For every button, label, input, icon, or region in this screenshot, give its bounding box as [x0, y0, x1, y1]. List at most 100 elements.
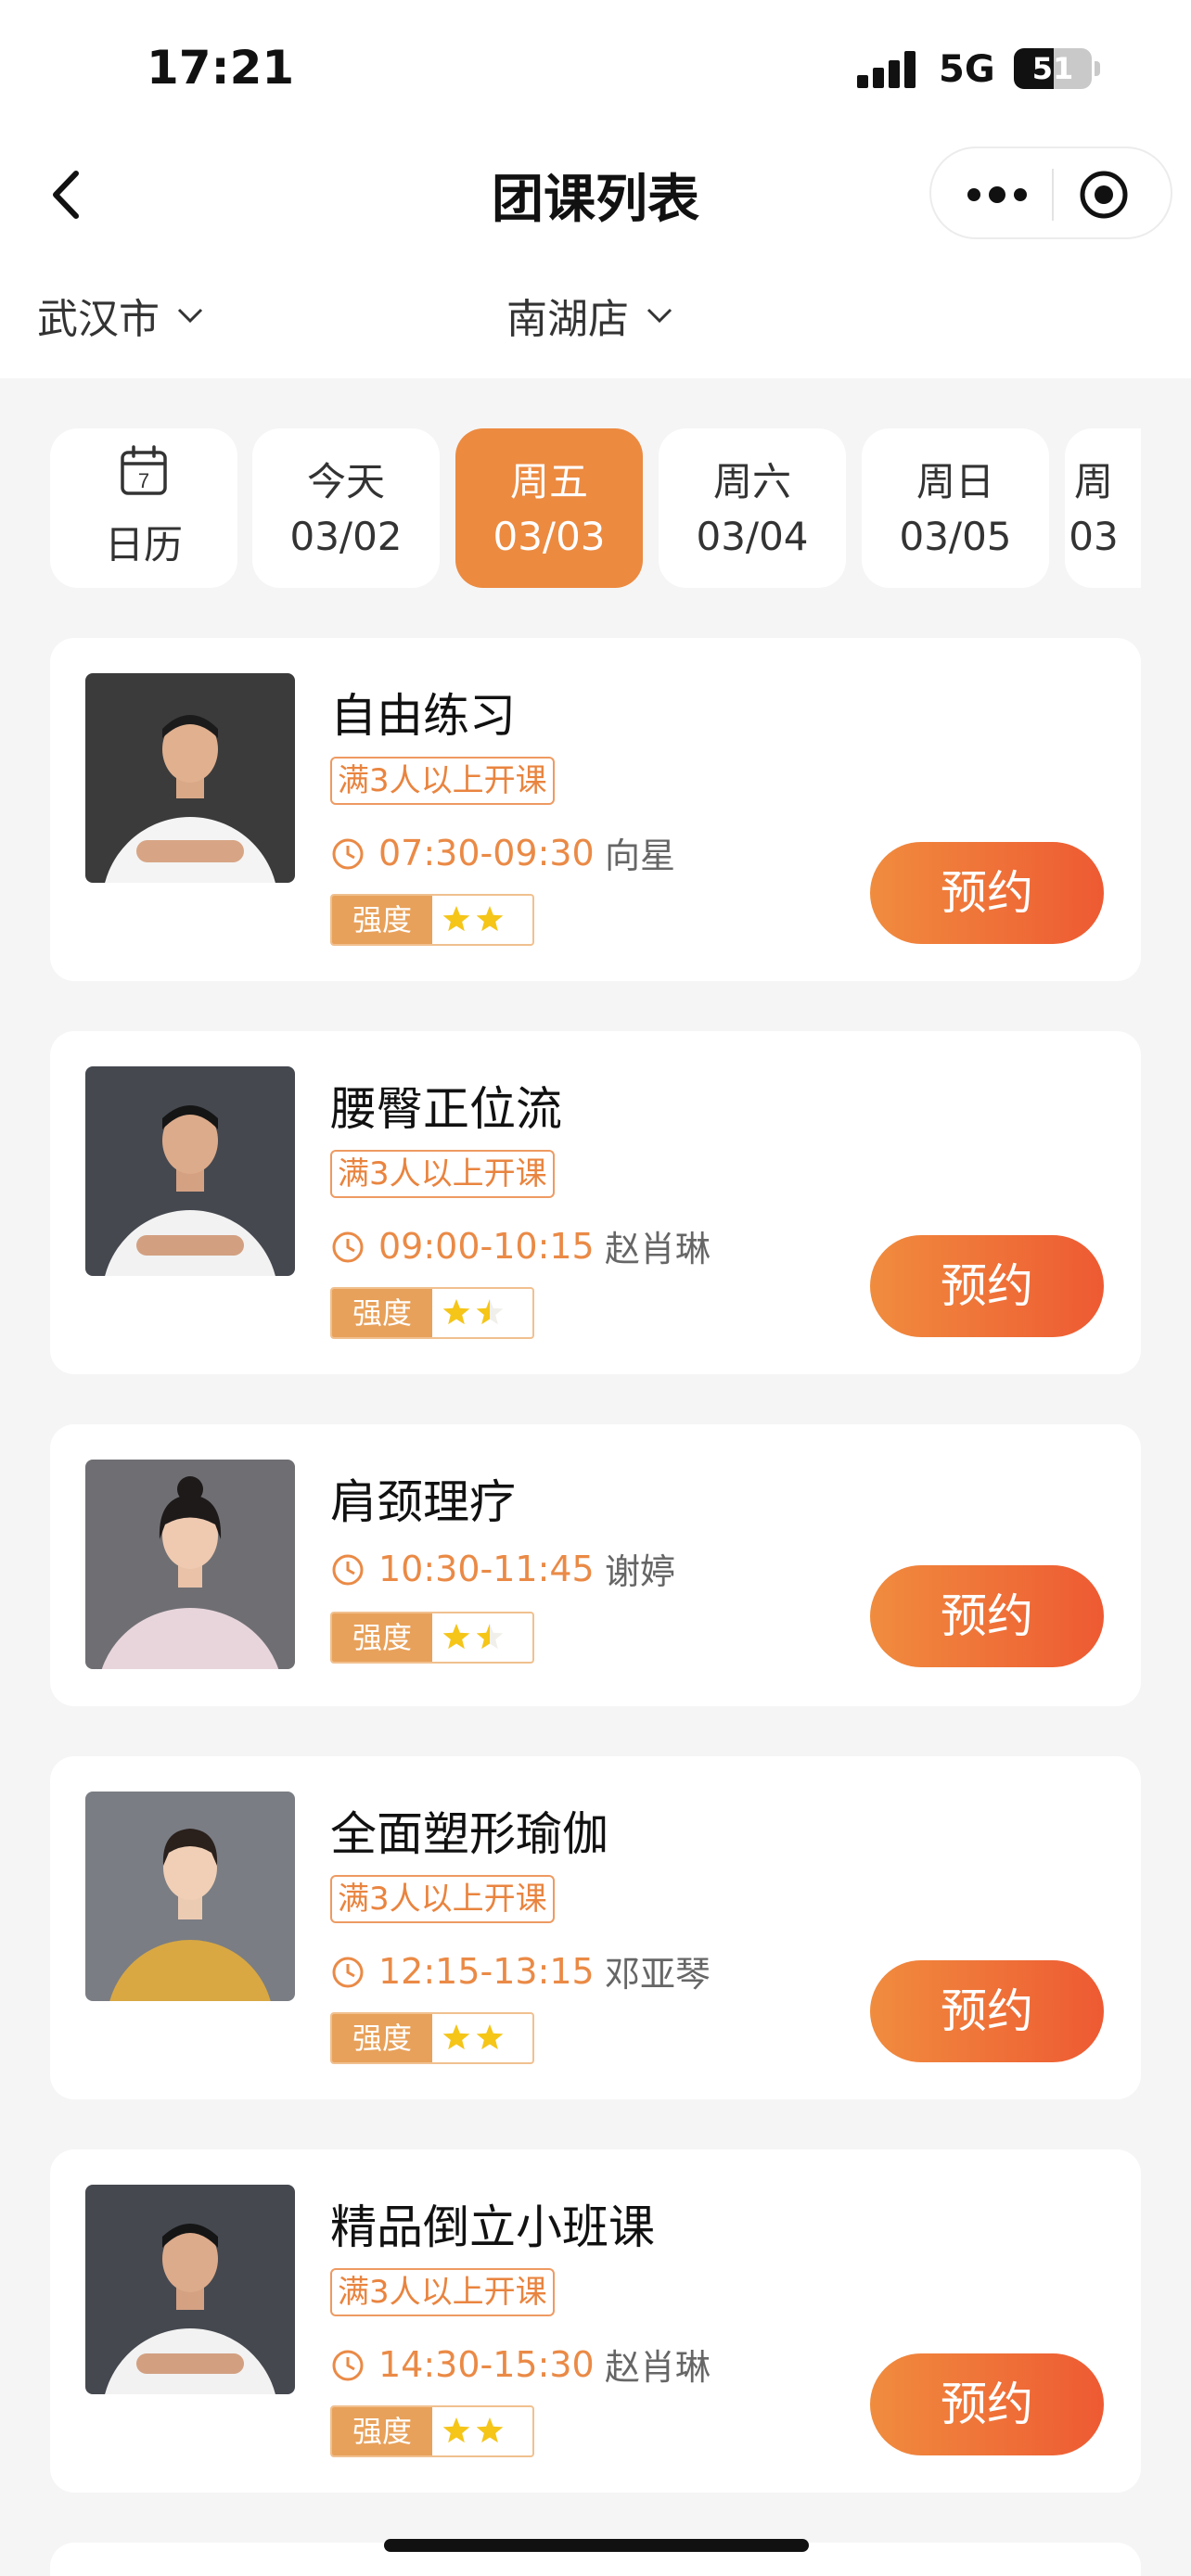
more-icon[interactable]	[965, 174, 1030, 215]
coach-name: 邓亚琴	[605, 1954, 711, 1995]
book-button[interactable]: 预约	[870, 1565, 1104, 1667]
intensity-label: 强度	[332, 1289, 432, 1337]
date-tab-date: 03/02	[289, 514, 403, 559]
min-people-tag: 满3人以上开课	[330, 757, 555, 805]
book-button[interactable]: 预约	[870, 842, 1104, 944]
date-tab-date: 03/03	[493, 514, 606, 559]
coach-name: 赵肖琳	[605, 2347, 711, 2388]
star-icon	[442, 2024, 470, 2050]
intensity-stars	[442, 906, 504, 932]
course-card[interactable]: 全面塑形瑜伽 满3人以上开课 12:15-13:15 邓亚琴 强度 预约	[50, 1756, 1141, 2099]
intensity-badge: 强度	[330, 1612, 534, 1664]
clock-icon	[332, 1554, 364, 1586]
clock-icon	[332, 1957, 364, 1988]
date-selector: 7 日历 今天 03/02 周五 03/03 周六 03/04 周日 03/05…	[50, 428, 1141, 588]
course-name: 自由练习	[330, 689, 516, 743]
star-icon	[442, 2417, 470, 2443]
battery-tip	[1095, 61, 1100, 76]
status-bar: 17:21 5G 51	[0, 0, 1191, 139]
intensity-stars	[442, 2417, 504, 2443]
intensity-badge: 强度	[330, 1287, 534, 1339]
intensity-badge: 强度	[330, 2405, 534, 2457]
coach-name: 赵肖琳	[605, 1229, 711, 1269]
chevron-down-icon	[177, 308, 203, 324]
battery-level: 51	[1031, 51, 1074, 86]
date-tab[interactable]: 今天 03/02	[252, 428, 440, 588]
intensity-stars	[442, 2024, 504, 2050]
intensity-stars	[442, 1624, 504, 1650]
coach-photo	[85, 1792, 295, 2001]
date-tab[interactable]: 周六 03/04	[659, 428, 846, 588]
date-tab-weekday: 今天	[306, 459, 385, 504]
battery-icon: 51	[1014, 48, 1092, 89]
date-tab-weekday: 周	[1073, 459, 1113, 504]
calendar-icon: 7	[121, 445, 167, 495]
course-name: 全面塑形瑜伽	[330, 1807, 608, 1861]
course-card[interactable]: 自由练习 满3人以上开课 07:30-09:30 向星 强度 预约	[50, 638, 1141, 981]
coach-photo	[85, 2185, 295, 2394]
coach-name: 向星	[605, 835, 676, 876]
coach-photo	[85, 1460, 295, 1669]
course-time: 14:30-15:30	[378, 2344, 595, 2385]
book-button[interactable]: 预约	[870, 1960, 1104, 2062]
book-button[interactable]: 预约	[870, 1235, 1104, 1337]
store-filter[interactable]: 南湖店	[506, 286, 673, 345]
signal-icon	[857, 51, 918, 88]
store-label: 南湖店	[506, 296, 629, 343]
header-area: 17:21 5G 51 团课列表 武汉市 南湖店	[0, 0, 1191, 378]
intensity-stars	[442, 1299, 504, 1325]
coach-photo	[85, 673, 295, 883]
course-card[interactable]: 肩颈理疗 10:30-11:45 谢婷 强度 预约	[50, 1424, 1141, 1706]
star-icon	[476, 906, 504, 932]
date-tab-weekday: 周六	[712, 459, 791, 504]
clock-icon	[332, 1231, 364, 1263]
date-tab-calendar[interactable]: 7 日历	[50, 428, 237, 588]
coach-photo	[85, 1066, 295, 1276]
city-filter[interactable]: 武汉市	[37, 286, 204, 345]
course-name: 腰臀正位流	[330, 1082, 562, 1136]
book-button[interactable]: 预约	[870, 2353, 1104, 2455]
course-time: 10:30-11:45	[378, 1549, 595, 1589]
clock-icon	[332, 838, 364, 870]
course-time: 09:00-10:15	[378, 1226, 595, 1267]
intensity-label: 强度	[332, 896, 432, 944]
course-time: 12:15-13:15	[378, 1951, 595, 1992]
min-people-tag: 满3人以上开课	[330, 1150, 555, 1198]
intensity-label: 强度	[332, 1613, 432, 1662]
chevron-down-icon	[647, 308, 672, 324]
min-people-tag: 满3人以上开课	[330, 1875, 555, 1923]
capsule-divider	[1052, 169, 1054, 221]
home-indicator	[384, 2539, 809, 2552]
course-name: 精品倒立小班课	[330, 2200, 655, 2254]
star-icon	[476, 2024, 504, 2050]
date-tab-date: 03	[1069, 514, 1119, 559]
date-tab-weekday: 周五	[509, 459, 588, 504]
date-tab-label: 日历	[104, 522, 183, 567]
star-icon	[442, 1299, 470, 1325]
mini-program-capsule	[929, 147, 1172, 239]
intensity-label: 强度	[332, 2407, 432, 2455]
course-card[interactable]: 精品倒立小班课 满3人以上开课 14:30-15:30 赵肖琳 强度 预约	[50, 2149, 1141, 2493]
status-time: 17:21	[147, 41, 295, 95]
network-label: 5G	[939, 48, 995, 91]
course-card[interactable]: 腰臀正位流 满3人以上开课 09:00-10:15 赵肖琳 强度 预约	[50, 1031, 1141, 1374]
calendar-day-number: 7	[138, 469, 149, 492]
city-label: 武汉市	[37, 296, 160, 343]
star-icon	[442, 1624, 470, 1650]
coach-name: 谢婷	[605, 1551, 676, 1592]
date-tab[interactable]: 周 03	[1065, 428, 1141, 588]
course-name: 肩颈理疗	[330, 1475, 516, 1529]
date-tab-date: 03/04	[696, 514, 809, 559]
intensity-badge: 强度	[330, 2012, 534, 2064]
filter-bar: 武汉市 南湖店	[0, 278, 1191, 352]
clock-icon	[332, 2350, 364, 2381]
date-tab-selected[interactable]: 周五 03/03	[455, 428, 643, 588]
close-target-icon[interactable]	[1078, 169, 1130, 221]
intensity-label: 强度	[332, 2014, 432, 2062]
min-people-tag: 满3人以上开课	[330, 2268, 555, 2316]
star-icon	[442, 906, 470, 932]
intensity-badge: 强度	[330, 894, 534, 946]
nav-bar: 团课列表	[0, 139, 1191, 250]
course-time: 07:30-09:30	[378, 833, 595, 874]
star-icon	[476, 2417, 504, 2443]
